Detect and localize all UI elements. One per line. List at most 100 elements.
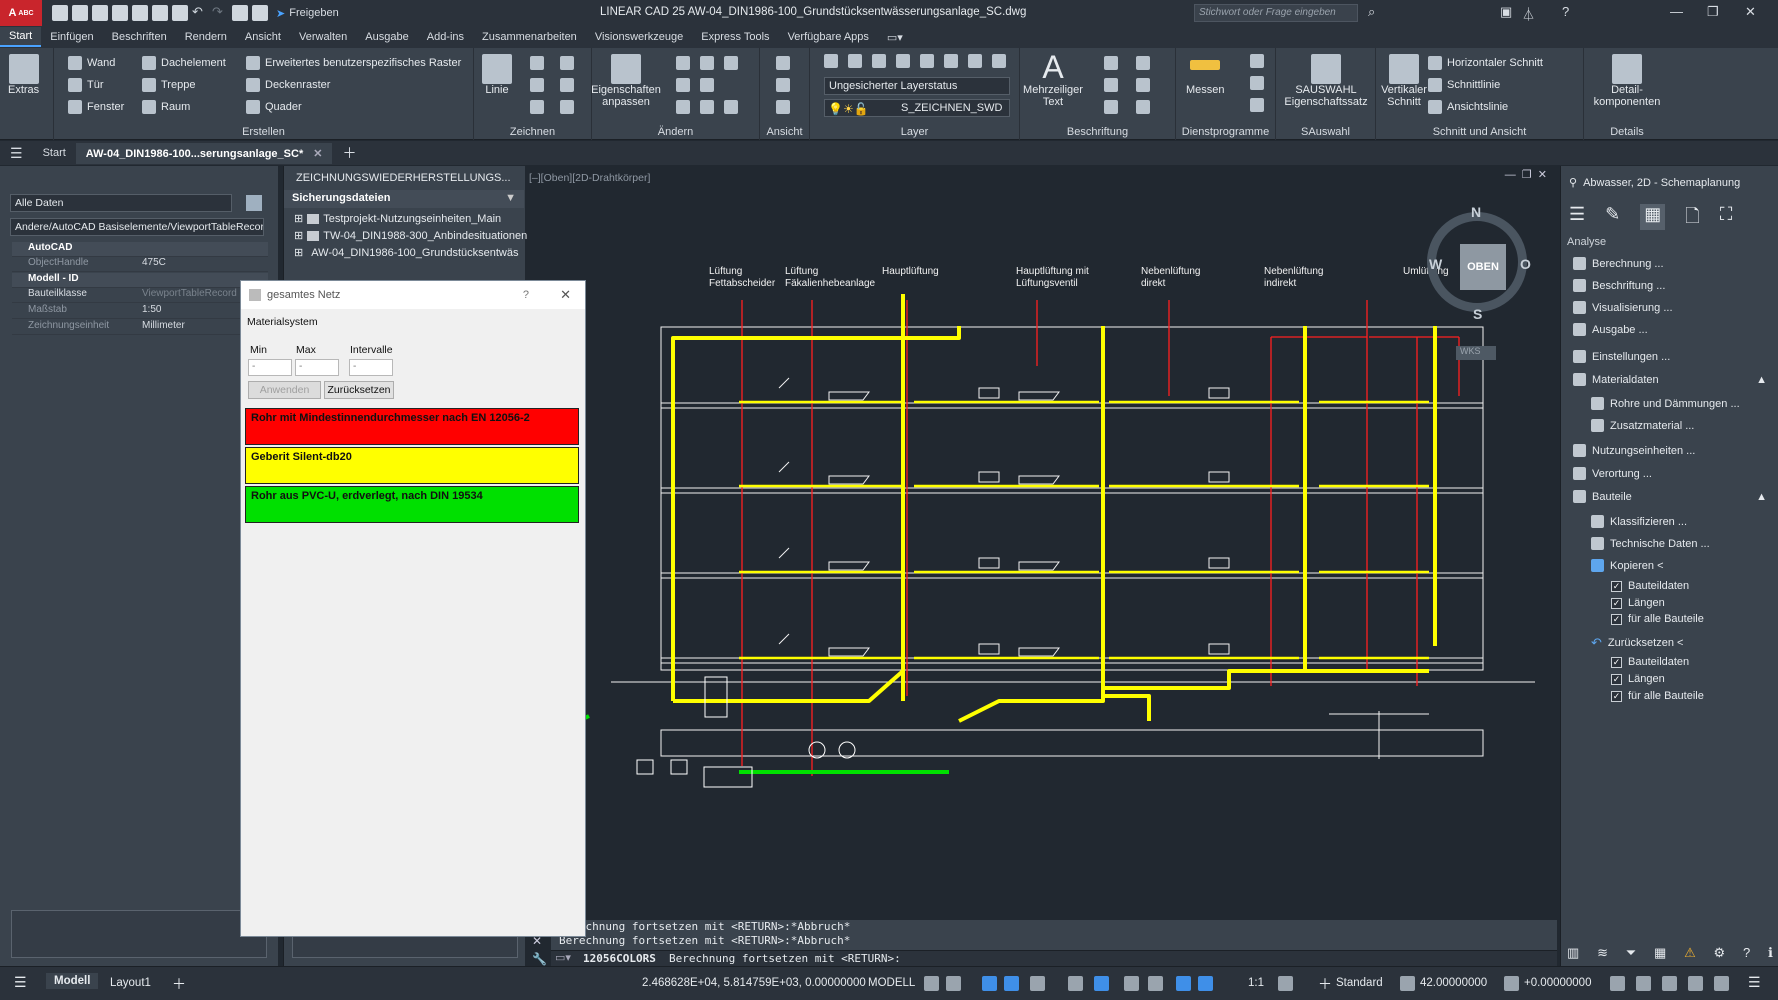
horizontaler-schnitt-button[interactable]: Horizontaler Schnitt xyxy=(1428,56,1543,70)
zuruecksetzen-item[interactable]: ↶ Zurücksetzen < xyxy=(1591,635,1683,651)
treppe-button[interactable]: Treppe xyxy=(142,78,195,92)
materialdaten-group[interactable]: Materialdaten ▲ xyxy=(1573,373,1767,386)
export-icon[interactable] xyxy=(252,5,268,21)
tab-verfuegbare-apps[interactable]: Verfügbare Apps xyxy=(779,28,878,46)
point-icon[interactable] xyxy=(560,56,574,70)
max-input[interactable]: - xyxy=(295,359,339,376)
z-bauteildaten-checkbox[interactable]: ✓ Bauteildaten xyxy=(1611,656,1689,668)
help-icon[interactable]: ? xyxy=(1562,4,1569,19)
annotation-icon[interactable] xyxy=(1176,976,1191,991)
tab-express-tools[interactable]: Express Tools xyxy=(692,28,778,46)
orbit-icon[interactable] xyxy=(776,78,790,92)
search-input[interactable]: Stichwort oder Frage eingeben xyxy=(1194,4,1358,22)
model-space-toggle[interactable]: MODELL xyxy=(868,977,915,989)
calculator-icon[interactable] xyxy=(1250,98,1264,112)
filter-dropdown[interactable]: Alle Daten xyxy=(10,194,232,212)
fenster-button[interactable]: Fenster xyxy=(68,100,124,114)
stack-icon[interactable]: ≋ xyxy=(1597,945,1608,961)
layer-off-icon[interactable] xyxy=(944,54,958,68)
layer-previous-icon[interactable] xyxy=(872,54,886,68)
fillet-icon[interactable] xyxy=(724,56,738,70)
checkbox-checked[interactable]: ✓ xyxy=(1611,580,1622,592)
min-input[interactable]: - xyxy=(248,359,292,376)
osnap-tracking-icon[interactable] xyxy=(1068,976,1083,991)
close-tab-icon[interactable]: ✕ xyxy=(313,148,322,160)
nutzungseinheiten-item[interactable]: Nutzungseinheiten ... xyxy=(1573,444,1695,457)
expand-icon[interactable]: ⊞ xyxy=(294,246,303,259)
autoscale-icon[interactable] xyxy=(1198,976,1213,991)
layer-isolate-icon[interactable] xyxy=(896,54,910,68)
k-laengen-checkbox[interactable]: ✓ Längen xyxy=(1611,597,1665,609)
tab-start-doc[interactable]: Start xyxy=(33,143,76,163)
hardware-accel-icon[interactable] xyxy=(1636,976,1651,991)
layer-match-icon[interactable] xyxy=(848,54,862,68)
layer-lock-icon[interactable] xyxy=(968,54,982,68)
collapse-up-icon[interactable]: ▲ xyxy=(1756,374,1767,386)
isolate-icon[interactable] xyxy=(1610,976,1625,991)
messen-button[interactable]: Messen xyxy=(1186,60,1225,96)
ausgabe-item[interactable]: Ausgabe ... xyxy=(1573,323,1648,336)
share-button[interactable]: ➤ Freigeben xyxy=(276,7,339,20)
add-layout-icon[interactable]: ＋ xyxy=(172,974,186,994)
elevation-value[interactable]: 42.00000000 xyxy=(1420,977,1487,989)
offset-icon[interactable] xyxy=(700,100,714,114)
restore-icon[interactable]: ❐ xyxy=(1707,4,1719,20)
tab-rendern[interactable]: Rendern xyxy=(176,28,236,46)
zusatzmaterial-item[interactable]: Zusatzmaterial ... xyxy=(1591,419,1694,432)
info-icon[interactable]: ℹ xyxy=(1768,945,1773,961)
fullscreen-icon[interactable] xyxy=(1714,976,1729,991)
apply-button[interactable]: Anwenden xyxy=(248,381,321,399)
close-icon[interactable]: ✕ xyxy=(1745,4,1756,20)
grid-icon[interactable] xyxy=(924,976,939,991)
category-autocad[interactable]: AutoCAD xyxy=(12,242,268,257)
elevation-icon[interactable] xyxy=(1400,976,1415,991)
hatch-icon[interactable] xyxy=(560,100,574,114)
viewcube-top-face[interactable]: OBEN xyxy=(1460,244,1506,290)
tab-ausgabe[interactable]: Ausgabe xyxy=(356,28,417,46)
tab-layout1[interactable]: Layout1 xyxy=(110,977,151,989)
tab-ansicht[interactable]: Ansicht xyxy=(236,28,290,46)
command-customize-icon[interactable]: 🔧 xyxy=(532,952,547,966)
cart-icon[interactable]: ▣ xyxy=(1500,4,1512,20)
tab-active-drawing[interactable]: AW-04_DIN1986-100...serungsanlage_SC* ✕ xyxy=(75,142,333,164)
leader-icon[interactable] xyxy=(1136,56,1150,70)
new-tab-icon[interactable]: ＋ xyxy=(332,139,366,167)
workspace-gear-icon[interactable] xyxy=(1278,976,1293,991)
dim-linear-icon[interactable] xyxy=(1104,78,1118,92)
compass-south[interactable]: S xyxy=(1473,306,1482,322)
layer-properties-icon[interactable] xyxy=(824,54,838,68)
layer-freeze-icon[interactable] xyxy=(920,54,934,68)
collapse-up-icon[interactable]: ▲ xyxy=(1756,491,1767,503)
mtext-button[interactable]: A Mehrzeiliger Text xyxy=(1023,50,1083,108)
backup-file-2[interactable]: ⊞ TW-04_DIN1988-300_Anbindesituationen xyxy=(294,229,527,243)
legend-yellow[interactable]: Geberit Silent-db20 xyxy=(245,447,579,484)
prop-value[interactable]: Millimeter xyxy=(142,320,185,334)
snap-icon[interactable] xyxy=(946,976,961,991)
tuer-button[interactable]: Tür xyxy=(68,78,104,92)
minimize-icon[interactable]: — xyxy=(1670,4,1683,19)
osnap-icon[interactable] xyxy=(1094,976,1109,991)
tab-modell[interactable]: Modell xyxy=(46,973,99,989)
print-icon[interactable] xyxy=(172,5,188,21)
tab-einfuegen[interactable]: Einfügen xyxy=(41,28,102,46)
palette-pin-icon[interactable]: ⚲ xyxy=(1569,176,1577,189)
tab-start[interactable]: Start xyxy=(0,27,42,47)
tab-verwalten[interactable]: Verwalten xyxy=(290,28,356,46)
tab-visionswerkzeuge[interactable]: Visionswerkzeuge xyxy=(586,28,692,46)
undo-icon[interactable]: ↶ xyxy=(192,5,208,21)
extras-button[interactable]: Extras xyxy=(8,54,39,96)
warning-icon[interactable]: ⚠ xyxy=(1684,945,1696,961)
klassifizieren-item[interactable]: Klassifizieren ... xyxy=(1591,515,1687,528)
table-icon[interactable] xyxy=(1104,100,1118,114)
ortho-icon[interactable] xyxy=(982,976,997,991)
category-model-id[interactable]: Modell - ID xyxy=(12,273,268,288)
search-icon[interactable]: ⌕ xyxy=(1368,4,1375,20)
z-laengen-checkbox[interactable]: ✓ Längen xyxy=(1611,673,1665,685)
sauswahl-button[interactable]: SAUSWAHL Eigenschaftssatz xyxy=(1280,54,1372,108)
tab-beschriften[interactable]: Beschriften xyxy=(103,28,176,46)
menu-icon[interactable]: ☰ xyxy=(0,141,33,166)
print-preview-icon[interactable] xyxy=(132,5,148,21)
array-icon[interactable] xyxy=(724,100,738,114)
circle-icon[interactable] xyxy=(530,78,544,92)
bauteile-group[interactable]: Bauteile ▲ xyxy=(1573,490,1767,503)
